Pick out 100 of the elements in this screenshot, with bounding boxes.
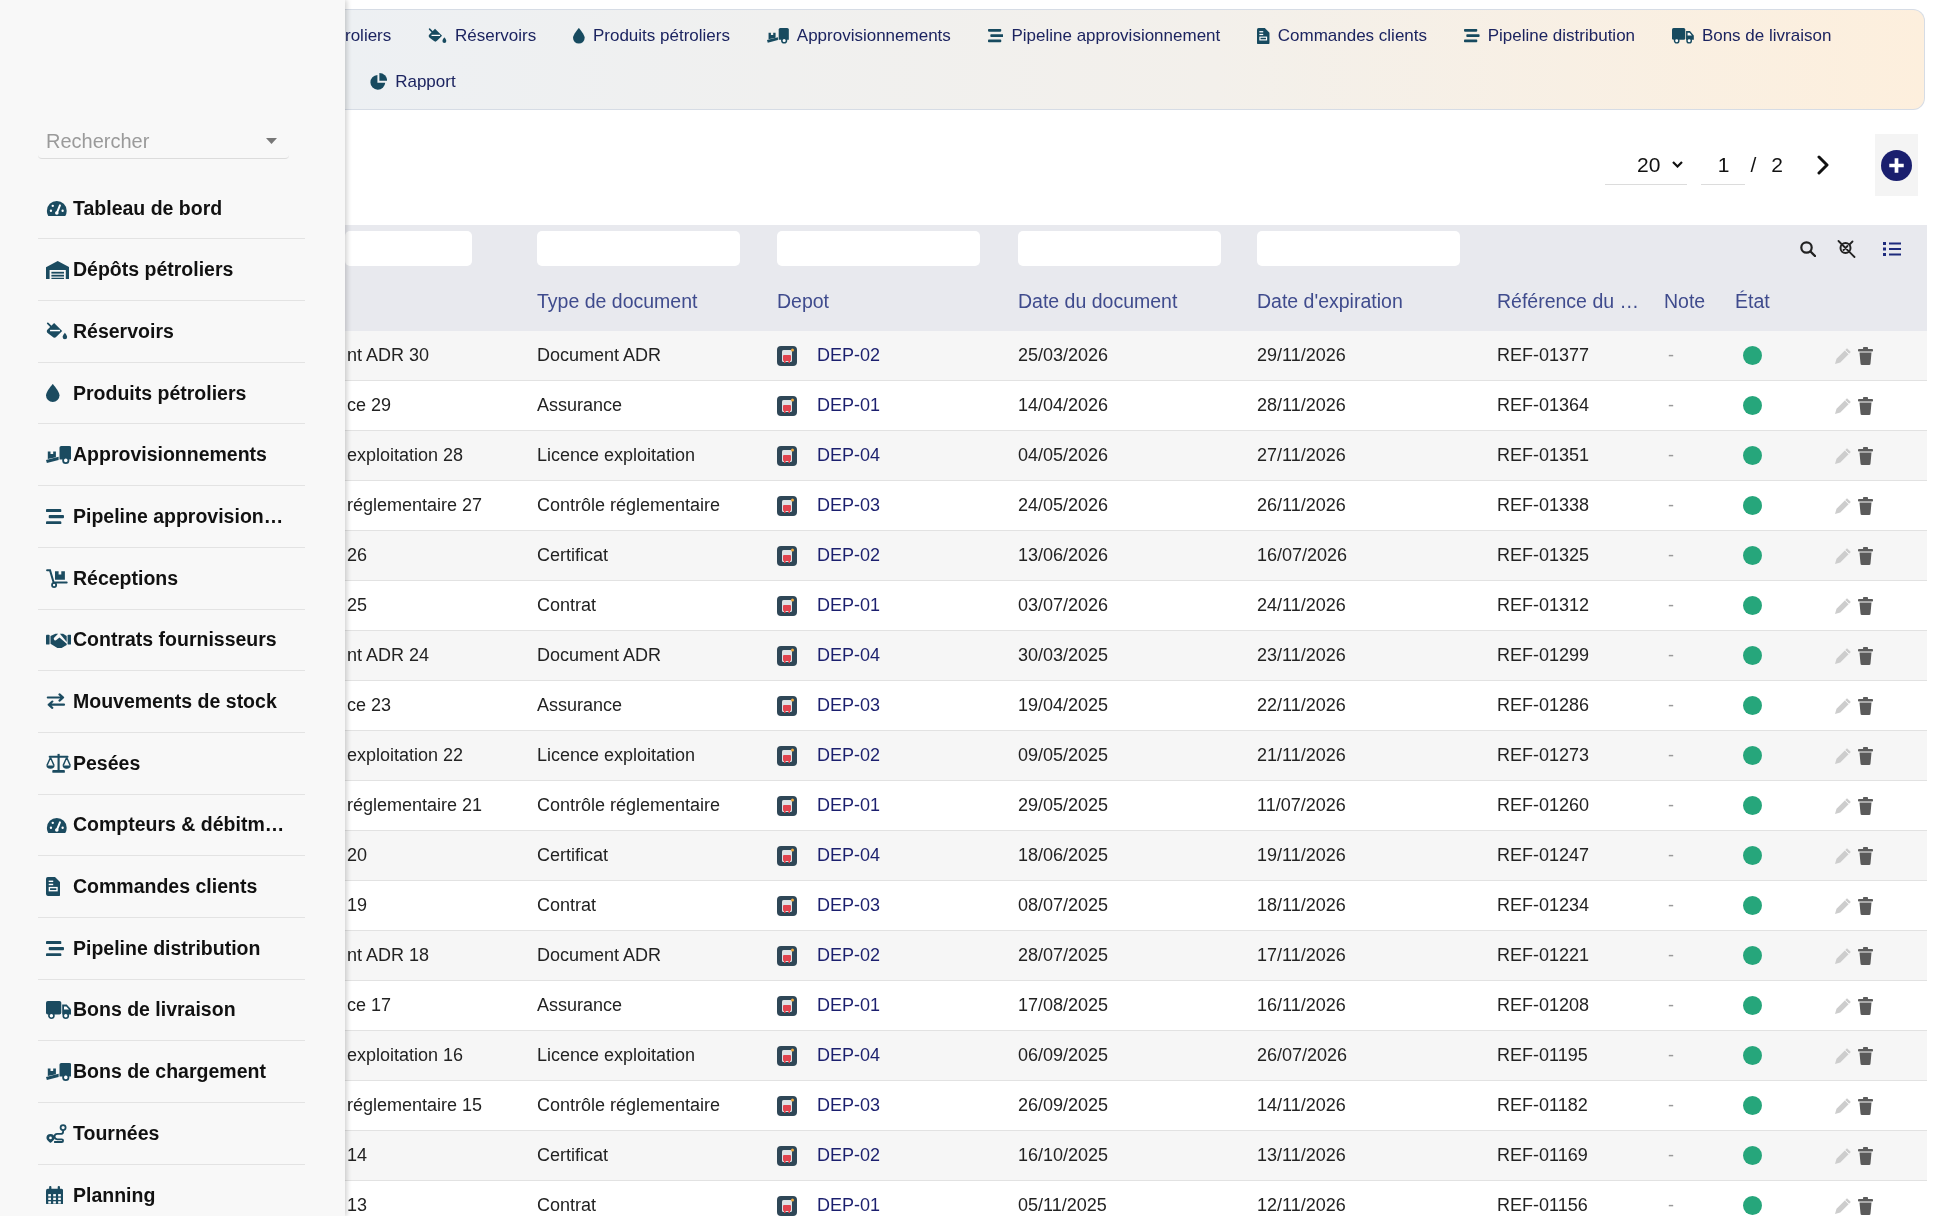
column-header[interactable]: État	[1735, 289, 1770, 313]
sidebar-item[interactable]: Pipeline approvision…	[38, 486, 305, 548]
nav-link[interactable]: Approvisionnements	[766, 26, 951, 46]
column-header[interactable]: Depot	[777, 289, 830, 313]
document-icon	[1257, 27, 1270, 45]
page-size-select[interactable]: 20	[1605, 145, 1688, 185]
table-cell: Contrat	[537, 895, 597, 916]
delete-button[interactable]	[1858, 596, 1873, 615]
search-button[interactable]	[1800, 240, 1816, 257]
nav-link[interactable]: Réservoirs	[428, 26, 537, 46]
table-cell: réglementaire 21	[347, 795, 483, 816]
depot-link[interactable]: DEP-04	[817, 445, 881, 466]
sidebar-item[interactable]: Bons de livraison	[38, 979, 305, 1042]
depot-link[interactable]: DEP-03	[817, 1095, 881, 1116]
delete-button[interactable]	[1858, 446, 1873, 465]
sidebar-item[interactable]: Dépôts pétroliers	[38, 239, 305, 302]
depot-link[interactable]: DEP-04	[817, 645, 881, 666]
sidebar-item[interactable]: Pesées	[38, 732, 305, 795]
table-cell: Assurance	[537, 395, 623, 416]
sidebar-item[interactable]: Produits pétroliers	[38, 362, 305, 425]
table-cell-text: -	[1667, 745, 1674, 766]
column-header[interactable]: Date d'expiration	[1257, 289, 1403, 313]
depot-link[interactable]: DEP-02	[817, 745, 881, 766]
column-header[interactable]: Référence du …	[1497, 289, 1639, 313]
sidebar-item[interactable]: Tournées	[38, 1103, 305, 1165]
nav-link[interactable]: Commandes clients	[1257, 26, 1428, 46]
nav-link[interactable]: Rapport	[370, 72, 456, 92]
nav-link[interactable]: Produits pétroliers	[573, 26, 730, 46]
table-cell: REF-01247	[1497, 845, 1590, 866]
depot-link[interactable]: DEP-03	[817, 895, 881, 916]
filter-field[interactable]	[345, 231, 472, 266]
calendar-icon	[46, 1185, 64, 1205]
column-header[interactable]: Type de document	[537, 289, 698, 313]
nav-link[interactable]: roliers	[345, 26, 392, 46]
table-cell-text: -	[1667, 945, 1674, 966]
clear-search-button[interactable]	[1837, 239, 1856, 258]
delete-button[interactable]	[1858, 1096, 1873, 1115]
table-cell: 09/05/2025	[1018, 745, 1109, 766]
depot-link[interactable]: DEP-04	[817, 1045, 881, 1066]
pencil-icon	[1834, 546, 1852, 565]
delete-button[interactable]	[1858, 696, 1873, 715]
table-cell: REF-01234	[1497, 895, 1590, 916]
sidebar-item[interactable]: Approvisionnements	[38, 424, 305, 487]
delete-button[interactable]	[1858, 946, 1873, 965]
delete-button[interactable]	[1858, 896, 1873, 915]
depot-link[interactable]: DEP-01	[817, 595, 881, 616]
nav-link[interactable]: Bons de livraison	[1672, 26, 1832, 46]
table-cell-text: -	[1667, 895, 1674, 916]
depot-link[interactable]: DEP-01	[817, 1195, 881, 1216]
depot-link[interactable]: DEP-01	[817, 795, 881, 816]
search-field[interactable]: Rechercher	[38, 124, 289, 159]
depot-link[interactable]: DEP-03	[817, 495, 881, 516]
garage-icon	[46, 260, 70, 279]
table-cell: 28/11/2026	[1257, 395, 1346, 416]
delete-button[interactable]	[1858, 646, 1873, 665]
sidebar-item[interactable]: Bons de chargement	[38, 1041, 305, 1103]
depot-link[interactable]: DEP-01	[817, 395, 881, 416]
sidebar-item[interactable]: Réceptions	[38, 547, 305, 610]
sidebar-item[interactable]: Contrats fournisseurs	[38, 609, 305, 672]
sidebar-item[interactable]: Tableau de bord	[38, 177, 305, 240]
depot-link[interactable]: DEP-02	[817, 1145, 881, 1166]
sidebar-item[interactable]: Réservoirs	[38, 301, 305, 363]
delete-button[interactable]	[1858, 1046, 1873, 1065]
sidebar-item[interactable]: Pipeline distribution	[38, 917, 305, 980]
table-cell: REF-01221	[1497, 945, 1590, 966]
delete-button[interactable]	[1858, 496, 1873, 515]
delete-button[interactable]	[1858, 1196, 1873, 1215]
depot-link[interactable]: DEP-02	[817, 945, 881, 966]
sidebar-item[interactable]: Mouvements de stock	[38, 671, 305, 733]
delete-button[interactable]	[1858, 396, 1873, 415]
table-cell: 30/03/2025	[1018, 645, 1109, 666]
depot-link[interactable]: DEP-01	[817, 995, 881, 1016]
next-page-button[interactable]	[1817, 155, 1829, 175]
delete-button[interactable]	[1858, 546, 1873, 565]
trash-icon	[1858, 896, 1873, 915]
pencil-icon	[1834, 596, 1852, 615]
depot-link[interactable]: DEP-02	[817, 545, 881, 566]
list-view-button[interactable]	[1883, 241, 1901, 256]
depot-link[interactable]: DEP-04	[817, 845, 881, 866]
sidebar-item[interactable]: Commandes clients	[38, 856, 305, 918]
depot-link[interactable]: DEP-02	[817, 345, 881, 366]
nav-link[interactable]: Pipeline approvisionnement	[987, 26, 1221, 46]
column-header[interactable]: Date du document	[1018, 289, 1178, 313]
pencil-icon	[1834, 446, 1852, 465]
table-cell: réglementaire 27	[347, 495, 483, 516]
sidebar-item[interactable]: Compteurs & débitm…	[38, 794, 305, 857]
table-cell: 04/05/2026	[1018, 445, 1109, 466]
delete-button[interactable]	[1858, 746, 1873, 765]
delete-button[interactable]	[1858, 846, 1873, 865]
depot-link[interactable]: DEP-03	[817, 695, 881, 716]
plus-circle-icon	[1881, 149, 1912, 181]
delete-button[interactable]	[1858, 796, 1873, 815]
column-header[interactable]: Note	[1664, 289, 1706, 313]
page-input[interactable]: 1	[1701, 145, 1746, 185]
sidebar-item[interactable]: Planning	[38, 1164, 305, 1216]
nav-link[interactable]: Pipeline distribution	[1464, 26, 1636, 46]
delete-button[interactable]	[1858, 346, 1873, 365]
add-button[interactable]	[1875, 134, 1918, 196]
delete-button[interactable]	[1858, 1146, 1873, 1165]
delete-button[interactable]	[1858, 996, 1873, 1015]
